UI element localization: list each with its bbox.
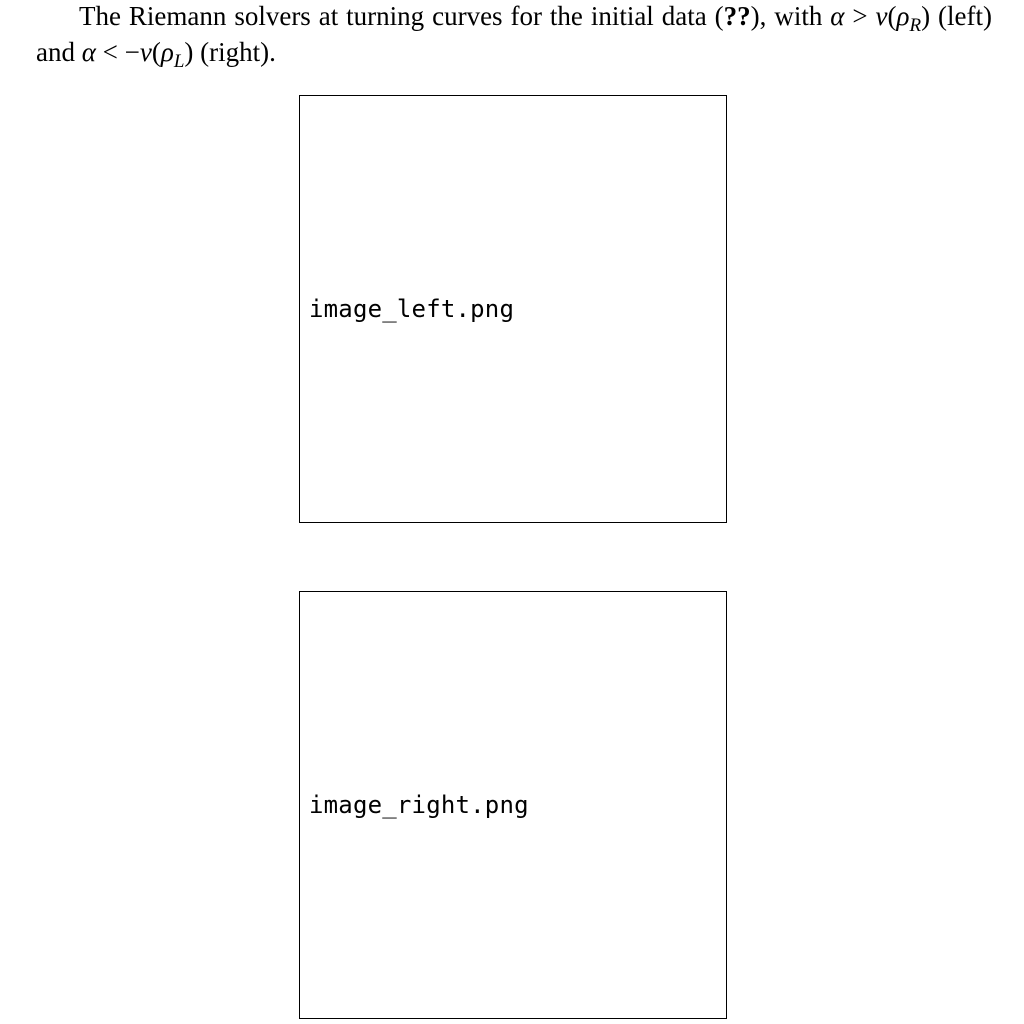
math-subscript: R bbox=[909, 15, 922, 36]
math-alpha: α bbox=[81, 37, 96, 67]
figure-right-placeholder: image_right.png bbox=[299, 591, 727, 1019]
figure-caption: The Riemann solvers at turning curves fo… bbox=[36, 0, 992, 72]
image-filename-label: image_right.png bbox=[309, 791, 529, 819]
caption-text: ), with bbox=[750, 1, 831, 31]
math-operator: < − bbox=[95, 37, 140, 67]
math-paren: ( bbox=[887, 1, 897, 31]
math-v: v bbox=[875, 1, 888, 31]
math-v: v bbox=[139, 37, 152, 67]
math-paren: ( bbox=[151, 37, 161, 67]
caption-text: The Riemann solvers at turning curves fo… bbox=[79, 1, 724, 31]
math-subscript: L bbox=[173, 51, 185, 72]
equation-reference: ?? bbox=[723, 1, 751, 31]
math-operator: > bbox=[844, 1, 876, 31]
math-rho: ρ bbox=[160, 37, 174, 67]
math-rho: ρ bbox=[896, 1, 910, 31]
caption-text: (right). bbox=[193, 37, 276, 67]
image-filename-label: image_left.png bbox=[309, 295, 515, 323]
figure-left-placeholder: image_left.png bbox=[299, 95, 727, 523]
math-paren: ) bbox=[921, 1, 931, 31]
math-alpha: α bbox=[830, 1, 845, 31]
